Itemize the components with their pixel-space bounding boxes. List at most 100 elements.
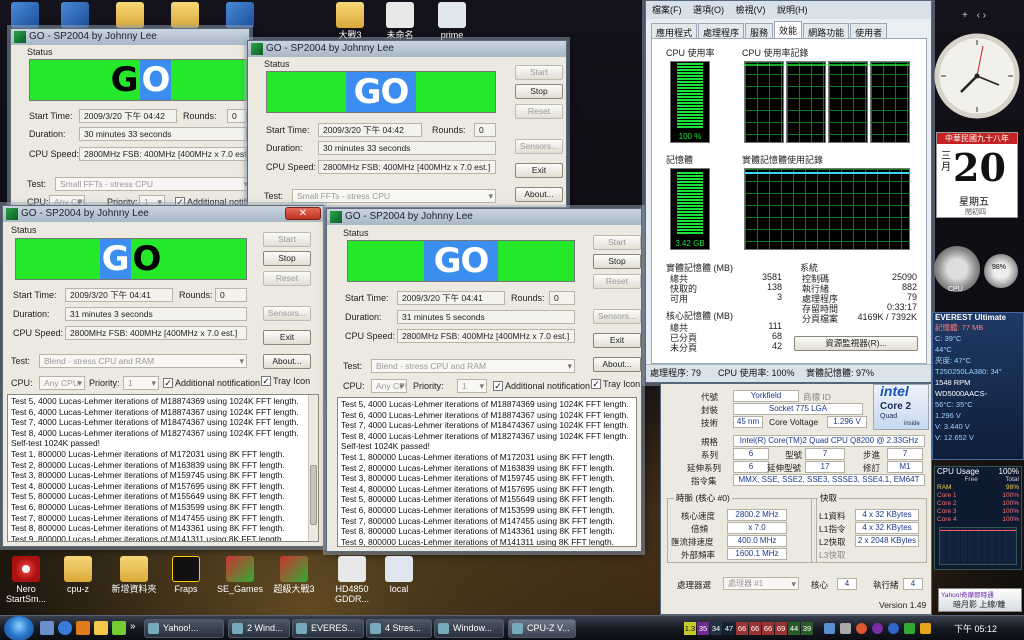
stop-button[interactable]: Stop: [515, 84, 563, 99]
app-icon[interactable]: [112, 621, 126, 635]
processor-select[interactable]: 處理器 #1: [723, 577, 799, 590]
tray-app-icon[interactable]: [920, 623, 931, 634]
taskbar-item-everest[interactable]: EVERES...: [292, 619, 364, 638]
desktop-icon-folder-1[interactable]: [105, 2, 155, 30]
cpuz-window[interactable]: 代號 Yorkfield 商標 ID 封裝 Socket 775 LGA 技術 …: [660, 383, 932, 615]
cpu-select[interactable]: Any CPU: [371, 379, 407, 393]
about-button[interactable]: About...: [515, 187, 563, 202]
test-select[interactable]: Blend - stress CPU and RAM: [39, 354, 247, 368]
reset-button[interactable]: Reset: [515, 104, 563, 119]
desktop-icon-nero[interactable]: Nero StartSm...: [0, 556, 52, 604]
priority-select[interactable]: 1: [123, 376, 159, 390]
test-select[interactable]: Blend - stress CPU and RAM: [371, 359, 575, 373]
log-textbox[interactable]: Test 5, 4000 Lucas-Lehmer iterations of …: [337, 397, 637, 547]
desktop-icon-shield[interactable]: [215, 2, 265, 30]
additional-notification-checkbox[interactable]: ✓: [163, 378, 173, 388]
desktop-icon-shortcut[interactable]: [50, 2, 100, 30]
stop-button[interactable]: Stop: [263, 251, 311, 266]
network-icon[interactable]: [824, 623, 835, 634]
taskbar-item-stress[interactable]: 4 Stres...: [366, 619, 432, 638]
exit-button[interactable]: Exit: [593, 333, 641, 348]
tray-number[interactable]: 66: [762, 622, 774, 635]
security-icon[interactable]: [856, 623, 867, 634]
tab-processes[interactable]: 處理程序: [698, 23, 745, 38]
chevron-icon[interactable]: »: [130, 621, 136, 632]
desktop-icon-folder-3[interactable]: 大戰3: [325, 2, 375, 40]
chevron-right-icon[interactable]: ›: [983, 10, 986, 21]
exit-button[interactable]: Exit: [515, 163, 563, 178]
desktop-icon-cpuz[interactable]: cpu-z: [52, 556, 104, 594]
desktop-icon-game3[interactable]: 超級大戰3: [266, 556, 322, 594]
reset-button[interactable]: Reset: [593, 274, 641, 289]
sensors-button[interactable]: Sensors...: [263, 306, 311, 321]
yahoo-tray-icon[interactable]: [872, 623, 883, 634]
about-button[interactable]: About...: [263, 354, 311, 369]
scrollbar-thumb[interactable]: [310, 465, 317, 525]
desktop-icon-se-games[interactable]: SE_Games: [212, 556, 268, 594]
desktop-icon-fraps[interactable]: Fraps: [160, 556, 212, 594]
about-button[interactable]: About...: [593, 357, 641, 372]
title-bar[interactable]: GO - SP2004 by Johnny Lee: [248, 41, 566, 57]
taskbar-item-cpuz[interactable]: CPU-Z V...: [508, 619, 576, 638]
tab-networking[interactable]: 網路功能: [803, 23, 850, 38]
tray-app-icon[interactable]: [904, 623, 915, 634]
title-bar[interactable]: GO - SP2004 by Johnny Lee: [11, 29, 249, 45]
desktop-icon-local[interactable]: local: [372, 556, 426, 594]
tray-number[interactable]: 66: [749, 622, 761, 635]
sp2004-window-1[interactable]: GO - SP2004 by Johnny Lee Status GO Star…: [10, 28, 258, 210]
title-bar[interactable]: GO - SP2004 by Johnny Lee: [327, 209, 641, 225]
start-button[interactable]: [4, 616, 34, 640]
tray-number[interactable]: 35: [697, 622, 709, 635]
title-bar[interactable]: GO - SP2004 by Johnny Lee ✕: [3, 206, 323, 222]
tray-number[interactable]: 69: [775, 622, 787, 635]
tab-performance[interactable]: 效能: [774, 21, 803, 38]
reset-button[interactable]: Reset: [263, 271, 311, 286]
desktop-icon-new-folder[interactable]: 新增資料夾: [104, 556, 164, 594]
tray-number[interactable]: 44: [788, 622, 800, 635]
tray-number[interactable]: 66: [736, 622, 748, 635]
start-button[interactable]: Start: [263, 232, 311, 247]
desktop-icon-prime[interactable]: prime: [424, 2, 480, 40]
taskbar-clock[interactable]: 下午 05:12: [954, 622, 997, 635]
menu-help[interactable]: 說明(H): [777, 5, 808, 15]
tray-number[interactable]: 39: [801, 622, 813, 635]
tab-users[interactable]: 使用者: [850, 23, 888, 38]
sp2004-window-2[interactable]: GO - SP2004 by Johnny Lee Status GO Star…: [247, 40, 567, 208]
desktop-icon-untitled[interactable]: 未命名: [372, 2, 428, 40]
media-icon[interactable]: [76, 621, 90, 635]
menu-view[interactable]: 檢視(V): [736, 5, 766, 15]
menu-file[interactable]: 檔案(F): [652, 5, 682, 15]
taskbar-item-window[interactable]: Window...: [434, 619, 504, 638]
tray-number[interactable]: 47: [723, 622, 735, 635]
taskbar-item-yahoo[interactable]: Yahoo!...: [144, 619, 224, 638]
additional-notification-checkbox[interactable]: ✓: [493, 381, 503, 391]
resource-monitor-button[interactable]: 資源監視器(R)...: [794, 336, 918, 351]
sensors-button[interactable]: Sensors...: [593, 309, 641, 324]
explorer-icon[interactable]: [94, 621, 108, 635]
bluetooth-icon[interactable]: [888, 623, 899, 634]
plus-icon[interactable]: +: [962, 10, 968, 21]
sensors-button[interactable]: Sensors...: [515, 139, 563, 154]
tray-number[interactable]: 34: [710, 622, 722, 635]
tray-number[interactable]: 1.3: [684, 622, 696, 635]
tray-icon-checkbox[interactable]: ✓: [591, 379, 601, 389]
start-button[interactable]: Start: [515, 65, 563, 80]
test-select[interactable]: Small FFTs - stress CPU: [292, 189, 496, 203]
yahoo-gadget[interactable]: Yahoo!奇摩即時通 暗月影 上線/離: [938, 588, 1022, 612]
taskbar-item-windows[interactable]: 2 Wind...: [228, 619, 290, 638]
cpu-select[interactable]: Any CPU: [39, 376, 85, 390]
menu-options[interactable]: 選項(O): [693, 5, 724, 15]
show-desktop-icon[interactable]: [40, 621, 54, 635]
exit-button[interactable]: Exit: [263, 330, 311, 345]
close-button[interactable]: ✕: [285, 207, 321, 220]
sp2004-window-4[interactable]: GO - SP2004 by Johnny Lee Status GO Star…: [326, 208, 642, 552]
task-manager-window[interactable]: 檔案(F) 選項(O) 檢視(V) 說明(H) 應用程式 處理程序 服務 效能 …: [645, 0, 932, 383]
volume-icon[interactable]: [840, 623, 851, 634]
ie-icon[interactable]: [58, 621, 72, 635]
tab-applications[interactable]: 應用程式: [651, 23, 698, 38]
stop-button[interactable]: Stop: [593, 254, 641, 269]
test-select[interactable]: Small FFTs - stress CPU: [55, 177, 251, 191]
log-scrollbar[interactable]: [308, 395, 318, 541]
desktop-icon-folder-2[interactable]: [160, 2, 210, 30]
chevron-left-icon[interactable]: ‹: [977, 10, 980, 21]
